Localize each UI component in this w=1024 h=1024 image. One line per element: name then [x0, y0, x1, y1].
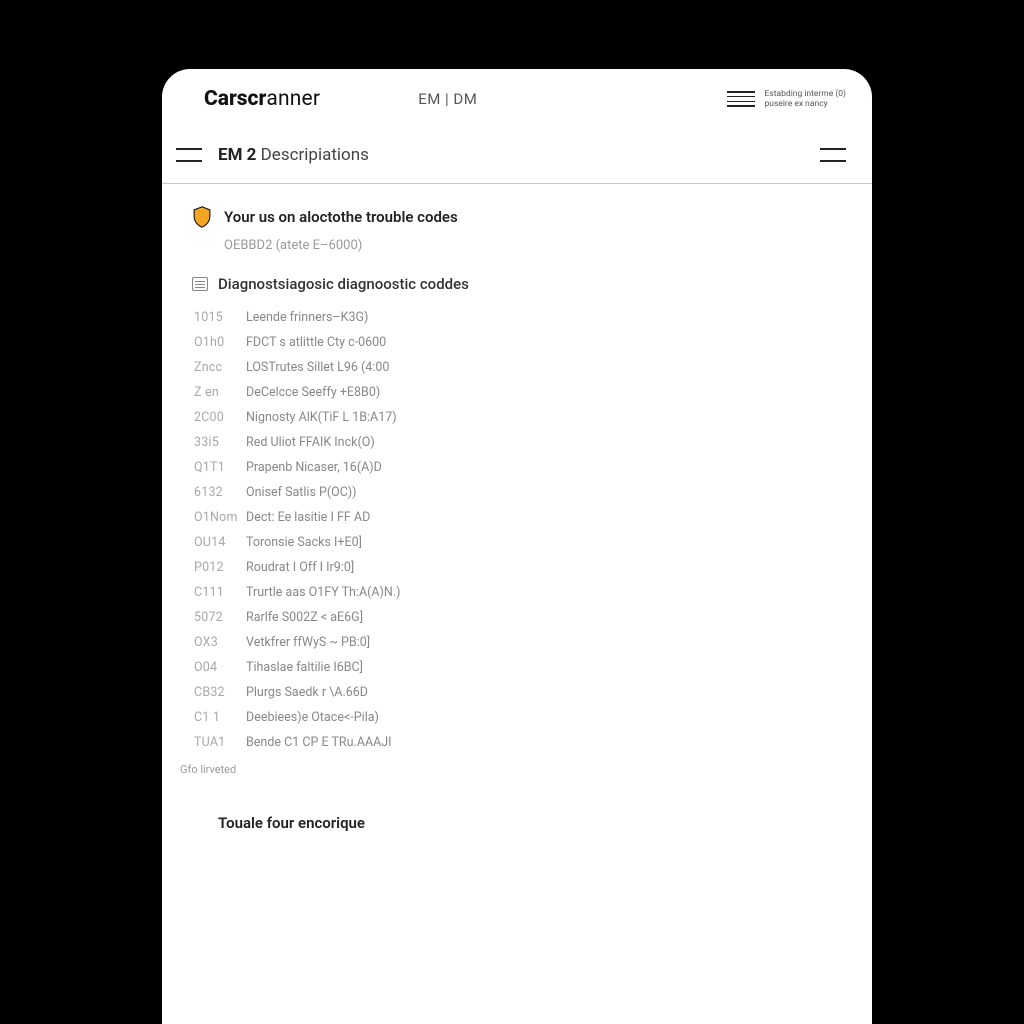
code-description: Bende C1 CP E TRu.AAAJI [246, 735, 392, 750]
code-row[interactable]: C1 1 Deebiees)e Otace<-Pila) [194, 705, 842, 730]
code-description: DeCelcce Seeffy +E8B0) [246, 385, 380, 400]
code-description: Red Uliot FFAIK Inck(O) [246, 435, 375, 450]
code-id: Zncc [194, 360, 232, 375]
code-id: Q1T1 [194, 460, 232, 475]
top-header: Carscranner EM | DM Estabding interme (0… [162, 69, 872, 121]
code-row[interactable]: CB32 Plurgs Saedk r \A.66D [194, 680, 842, 705]
code-row[interactable]: 2C00 Nignosty AlK(TiF L 1B:A17) [194, 405, 842, 430]
code-description: Tihaslae faltilie I6BC] [246, 660, 363, 675]
page-title-rest: Descripiations [256, 145, 368, 165]
code-row[interactable]: O1h0 FDCT s atlittle Cty c-0600 [194, 330, 842, 355]
code-row[interactable]: O1Nom Dect: Ee lasitie I FF AD [194, 505, 842, 530]
code-id: 1015 [194, 310, 232, 325]
code-description: Prapenb Nicaser, 16(A)D [246, 460, 382, 475]
code-description: Onisef Satlis P(OC)) [246, 485, 356, 500]
code-id: OX3 [194, 635, 232, 650]
code-row[interactable]: OU14 Toronsie Sacks I+E0] [194, 530, 842, 555]
app-brand: Carscranner [204, 87, 320, 111]
code-id: Z en [194, 385, 232, 400]
code-row[interactable]: OX3 Vetkfrer ffWyS ~ PB:0] [194, 630, 842, 655]
notice-banner: Your us on aloctothe trouble codes [192, 206, 842, 228]
code-id: CB32 [194, 685, 232, 700]
code-description: Roudrat I Off I Ir9:0] [246, 560, 354, 575]
code-description: Deebiees)e Otace<-Pila) [246, 710, 379, 725]
page-title: EM 2 Descripiations [218, 145, 369, 165]
code-id: P012 [194, 560, 232, 575]
code-row[interactable]: 33i5 Red Uliot FFAIK Inck(O) [194, 430, 842, 455]
status-line1: Estabding interme (0) [765, 89, 846, 99]
header-status-block: Estabding interme (0) puseire ex nancy [727, 89, 846, 109]
code-description: Toronsie Sacks I+E0] [246, 535, 362, 550]
code-description: Leende frinners–K3G) [246, 310, 368, 325]
device-frame: Carscranner EM | DM Estabding interme (0… [148, 55, 886, 1024]
code-description: FDCT s atlittle Cty c-0600 [246, 335, 386, 350]
list-footer-note: Gfo lirveted [180, 763, 842, 776]
code-row[interactable]: 5072 Rarlfe S002Z < aE6G] [194, 605, 842, 630]
list-icon [727, 91, 755, 107]
codes-section-title: Diagnostsiagosic diagnoostic coddes [218, 275, 469, 293]
code-id: C1 1 [194, 710, 232, 725]
code-id: OU14 [194, 535, 232, 550]
code-row[interactable]: C111 Trurtle aas O1FY Th:A(A)N.) [194, 580, 842, 605]
code-id: O1Nom [194, 510, 232, 525]
code-row[interactable]: Z en DeCelcce Seeffy +E8B0) [194, 380, 842, 405]
status-line2: puseire ex nancy [765, 99, 846, 109]
next-section-title: Touale four encorique [192, 806, 842, 836]
app-screen: Carscranner EM | DM Estabding interme (0… [162, 69, 872, 1024]
options-icon[interactable] [820, 148, 846, 162]
code-row[interactable]: P012 Roudrat I Off I Ir9:0] [194, 555, 842, 580]
code-id: O1h0 [194, 335, 232, 350]
code-id: 5072 [194, 610, 232, 625]
code-id: 33i5 [194, 435, 232, 450]
sub-header: EM 2 Descripiations [162, 121, 872, 184]
code-id: O04 [194, 660, 232, 675]
code-row[interactable]: Q1T1 Prapenb Nicaser, 16(A)D [194, 455, 842, 480]
code-description: Nignosty AlK(TiF L 1B:A17) [246, 410, 397, 425]
code-description: LOSTrutes Sillet L96 (4:00 [246, 360, 389, 375]
codes-section-header: Diagnostsiagosic diagnoostic coddes [192, 275, 842, 293]
code-description: Rarlfe S002Z < aE6G] [246, 610, 363, 625]
content-scroll[interactable]: Your us on aloctothe trouble codes OEBBD… [162, 184, 872, 1024]
header-status-text: Estabding interme (0) puseire ex nancy [765, 89, 846, 109]
menu-icon[interactable] [176, 148, 202, 162]
code-row[interactable]: 1015 Leende frinners–K3G) [194, 305, 842, 330]
code-description: Dect: Ee lasitie I FF AD [246, 510, 370, 525]
shield-icon [192, 206, 212, 228]
code-row[interactable]: 6132 Onisef Satlis P(OC)) [194, 480, 842, 505]
notice-title: Your us on aloctothe trouble codes [224, 208, 458, 226]
code-description: Trurtle aas O1FY Th:A(A)N.) [246, 585, 400, 600]
code-row[interactable]: TUA1 Bende C1 CP E TRu.AAAJI [194, 730, 842, 755]
header-mode-label: EM | DM [418, 90, 477, 108]
code-id: 6132 [194, 485, 232, 500]
code-id: TUA1 [194, 735, 232, 750]
codes-list: 1015 Leende frinners–K3G) O1h0 FDCT s atlit… [194, 305, 842, 755]
table-icon [192, 277, 208, 291]
code-row[interactable]: O04 Tihaslae faltilie I6BC] [194, 655, 842, 680]
notice-subtitle: OEBBD2 (atete E–6000) [224, 238, 842, 253]
code-description: Plurgs Saedk r \A.66D [246, 685, 368, 700]
brand-rest: anner [266, 87, 320, 111]
code-description: Vetkfrer ffWyS ~ PB:0] [246, 635, 370, 650]
code-id: 2C00 [194, 410, 232, 425]
brand-bold: Carscr [204, 87, 266, 111]
page-title-code: EM 2 [218, 145, 256, 165]
code-row[interactable]: Zncc LOSTrutes Sillet L96 (4:00 [194, 355, 842, 380]
code-id: C111 [194, 585, 232, 600]
